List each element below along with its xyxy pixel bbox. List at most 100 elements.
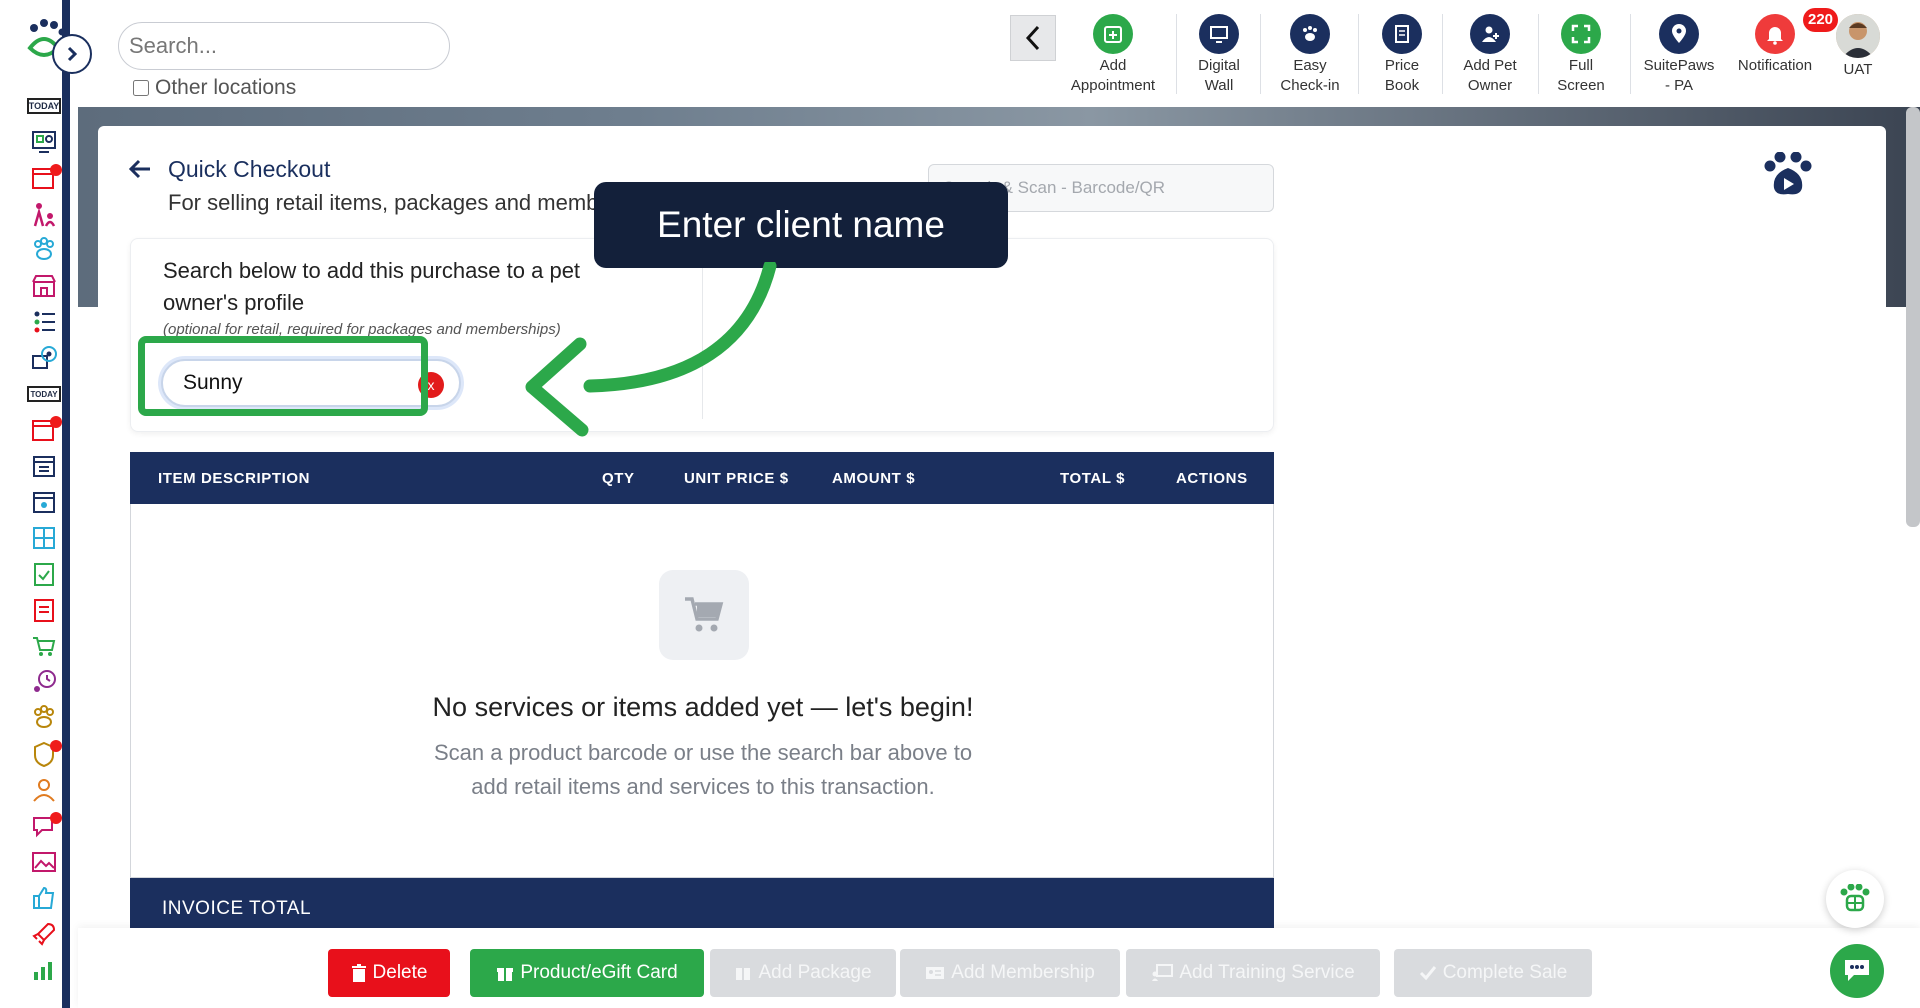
sidebar-item-checklist[interactable] — [26, 556, 62, 592]
sidebar-item-pet-calendar[interactable] — [26, 484, 62, 520]
package-icon — [736, 968, 751, 980]
items-table-header: ITEM DESCRIPTION QTY UNIT PRICE $ AMOUNT… — [130, 452, 1274, 504]
toolbar-divider — [1358, 14, 1359, 94]
client-search-note: (optional for retail, required for packa… — [163, 321, 561, 338]
toolbar-divider — [1176, 14, 1177, 94]
delete-button[interactable]: Delete — [328, 949, 450, 997]
add-training-service-button[interactable]: Add Training Service — [1126, 949, 1380, 997]
full-screen-button[interactable]: Full Screen — [1546, 14, 1616, 96]
product-label: Product/eGift Card — [520, 962, 678, 983]
sidebar-item-daycare[interactable] — [26, 196, 62, 232]
other-locations-toggle[interactable]: Other locations — [133, 76, 296, 100]
check-icon — [1419, 966, 1436, 981]
sidebar-item-messages[interactable] — [26, 808, 62, 844]
tool-label: Easy — [1293, 57, 1327, 74]
items-table-body: No services or items added yet — let's b… — [130, 504, 1274, 878]
tool-label: SuitePaws — [1643, 57, 1715, 74]
checkout-action-bar: Delete Product/eGift Card Add Package Ad… — [78, 928, 1920, 1008]
page-title: Quick Checkout — [168, 156, 331, 182]
sidebar-menu: TODAY TODAY — [26, 88, 66, 988]
tool-label: Screen — [1557, 77, 1605, 94]
sidebar-item-calendar-alerts[interactable] — [26, 160, 62, 196]
gift-icon — [497, 968, 514, 981]
page-subtitle: For selling retail items, packages and m… — [168, 190, 598, 215]
client-name-input[interactable] — [161, 359, 461, 407]
sidebar-item-vaccines[interactable] — [26, 736, 62, 772]
report-icon — [34, 599, 54, 622]
alert-dot — [50, 740, 62, 752]
sidebar-item-reviews[interactable] — [26, 880, 62, 916]
paw-icon — [1290, 14, 1330, 54]
sidebar-item-time-pets[interactable] — [26, 664, 62, 700]
page-scrollbar[interactable] — [1906, 107, 1920, 527]
add-membership-label: Add Membership — [951, 962, 1095, 983]
add-pet-owner-button[interactable]: Add Pet Owner — [1448, 14, 1532, 96]
sidebar-item-pets[interactable] — [26, 232, 62, 268]
people-pet-icon — [33, 203, 56, 227]
add-package-button[interactable]: Add Package — [710, 949, 896, 997]
location-switch-button[interactable]: SuitePaws - PA — [1636, 14, 1722, 96]
easy-checkin-button[interactable]: Easy Check-in — [1268, 14, 1352, 96]
support-chat-button[interactable] — [1830, 944, 1884, 998]
complete-sale-button[interactable]: Complete Sale — [1394, 949, 1592, 997]
toolbar-divider — [1260, 14, 1261, 94]
sidebar-item-today-grooming[interactable]: TODAY — [26, 376, 62, 412]
tool-label: Check-in — [1280, 77, 1340, 94]
user-menu-button[interactable]: UAT — [1826, 14, 1890, 80]
id-card-icon — [926, 967, 945, 979]
paw-assistant-button[interactable] — [1826, 870, 1884, 928]
sidebar-item-layout[interactable] — [26, 520, 62, 556]
sidebar-item-calendar[interactable] — [26, 448, 62, 484]
calendar-pet-icon — [33, 492, 55, 513]
sidebar-item-today[interactable]: TODAY — [26, 88, 62, 124]
sidebar-item-store[interactable] — [26, 268, 62, 304]
grid-layout-icon — [33, 527, 55, 549]
chevron-right-icon — [67, 46, 78, 62]
col-item-description: ITEM DESCRIPTION — [158, 470, 311, 487]
user-icon — [33, 779, 55, 802]
col-amount: AMOUNT $ — [832, 470, 916, 487]
add-package-label: Add Package — [758, 962, 872, 983]
avatar — [1836, 14, 1880, 58]
sidebar-expand-button[interactable] — [52, 34, 92, 74]
sidebar-item-staff-list[interactable] — [26, 304, 62, 340]
col-total: TOTAL $ — [1060, 470, 1126, 487]
sidebar-item-gallery[interactable] — [26, 844, 62, 880]
col-qty: QTY — [602, 470, 635, 487]
product-egift-button[interactable]: Product/eGift Card — [470, 949, 704, 997]
sidebar-item-kennels[interactable] — [26, 340, 62, 376]
sidebar-item-profile[interactable] — [26, 772, 62, 808]
toolbar-divider — [1538, 14, 1539, 94]
sidebar-item-schedule-alerts[interactable] — [26, 412, 62, 448]
tool-label: Owner — [1467, 77, 1513, 94]
empty-desc-line: Scan a product barcode or use the search… — [433, 740, 973, 765]
global-search-input[interactable] — [118, 22, 450, 70]
add-membership-button[interactable]: Add Membership — [900, 949, 1120, 997]
clear-client-button[interactable]: x — [418, 372, 444, 398]
today-grooming-icon: TODAY — [27, 386, 61, 402]
digital-wall-button[interactable]: Digital Wall — [1182, 14, 1256, 96]
tool-label: Add Pet — [1463, 57, 1517, 74]
empty-desc-line: add retail items and services to this tr… — [471, 774, 935, 799]
sidebar-item-analytics[interactable] — [26, 952, 62, 988]
price-book-button[interactable]: Price Book — [1366, 14, 1438, 96]
other-locations-checkbox[interactable] — [133, 80, 149, 96]
sidebar-item-dashboard[interactable] — [26, 124, 62, 160]
dashboard-icon — [32, 131, 56, 153]
sidebar-item-launch[interactable] — [26, 916, 62, 952]
add-appointment-button[interactable]: Add Appointment — [1066, 14, 1160, 96]
toolbar-divider — [1630, 14, 1631, 94]
sidebar-item-reports[interactable] — [26, 592, 62, 628]
sidebar-item-cart[interactable] — [26, 628, 62, 664]
paw-icon — [34, 705, 54, 728]
other-locations-label: Other locations — [155, 76, 297, 99]
back-button[interactable] — [128, 158, 152, 185]
sidebar-item-paw-services[interactable] — [26, 700, 62, 736]
clock-paw-icon — [34, 670, 56, 692]
collapse-toolbar-button[interactable] — [1010, 15, 1056, 61]
top-bar: Other locations Add Appointment Digital … — [78, 0, 1920, 107]
notifications-button[interactable]: 220 Notification — [1732, 8, 1839, 76]
list-people-icon — [34, 311, 55, 333]
checklist-icon — [34, 563, 54, 586]
toolbar-divider — [1442, 14, 1443, 94]
